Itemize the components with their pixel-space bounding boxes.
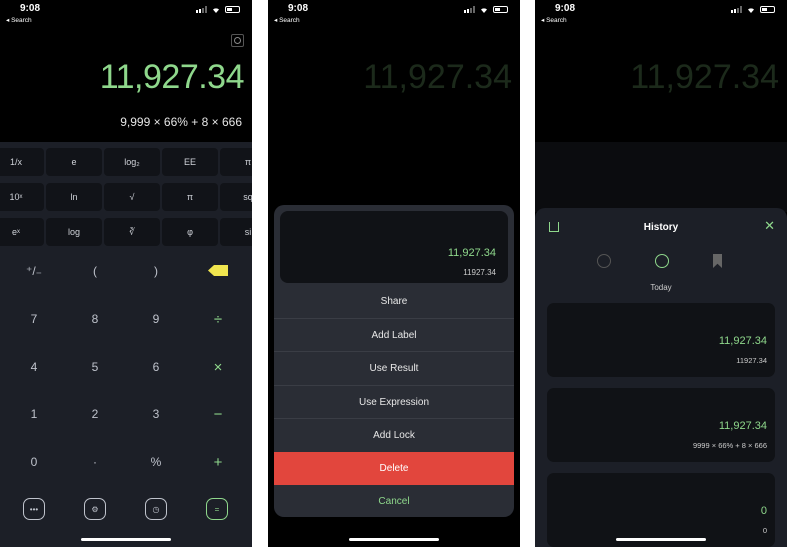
action-sheet-screen: 9:08 ◂ Search 11,927.34 11,927.34 11927.…	[268, 0, 520, 547]
signal-icon	[731, 6, 742, 13]
key-pi[interactable]: π	[162, 183, 218, 211]
delete-action[interactable]: Delete	[274, 452, 514, 485]
signal-icon	[196, 6, 207, 13]
entry-value: 0	[760, 505, 767, 517]
history-panel: History ✕ Today 11,927.34 11927.34 11,92…	[535, 208, 787, 547]
bookmark-filter-icon[interactable]	[713, 254, 722, 268]
entry-detail: 9999 × 66% + 8 × 666	[692, 441, 767, 450]
back-to-search-link[interactable]: ◂ Search	[6, 16, 32, 24]
status-time: 9:08	[20, 3, 41, 14]
key-log2[interactable]: log₂	[104, 148, 160, 176]
back-to-search-link[interactable]: ◂ Search	[274, 16, 300, 24]
result-preview-card: 11,927.34 11927.34	[280, 211, 508, 283]
entry-detail: 11927.34	[736, 356, 767, 365]
close-icon[interactable]: ✕	[764, 218, 775, 234]
key-reciprocal[interactable]: 1/x	[0, 148, 44, 176]
key-multiply[interactable]: ×	[198, 352, 238, 382]
result-display: 11,927.34	[99, 58, 245, 96]
key-percent[interactable]: %	[136, 447, 176, 477]
key-decimal[interactable]: ·	[75, 447, 115, 477]
recent-filter-icon[interactable]	[655, 254, 669, 268]
dimmed-keypad	[535, 142, 787, 212]
signal-icon	[464, 6, 475, 13]
key-2[interactable]: 2	[75, 399, 115, 429]
entry-detail: 0	[762, 526, 767, 535]
key-8[interactable]: 8	[75, 304, 115, 334]
equals-button[interactable]: =	[206, 498, 228, 520]
key-close-paren[interactable]: )	[136, 256, 176, 286]
key-0[interactable]: 0	[14, 447, 54, 477]
battery-icon	[760, 6, 775, 13]
battery-icon	[493, 6, 508, 13]
key-ten-power[interactable]: 10ˣ	[0, 183, 44, 211]
history-title: History	[643, 222, 679, 233]
key-square-partial[interactable]: sq	[220, 183, 252, 211]
key-5[interactable]: 5	[75, 352, 115, 382]
key-add[interactable]: +	[198, 447, 238, 477]
action-sheet: 11,927.34 11927.34 Share Add Label Use R…	[274, 205, 514, 517]
calculator-screen: 9:08 ◂ Search 11,927.34 9,999 × 66% + 8 …	[0, 0, 252, 547]
expression-display: 9,999 × 66% + 8 × 666	[120, 115, 242, 129]
more-icon[interactable]: •••	[23, 498, 45, 520]
history-screen: 9:08 ◂ Search 11,927.34 History ✕ Today …	[535, 0, 787, 547]
status-icons	[731, 6, 775, 13]
settings-icon[interactable]: ⚙	[84, 498, 106, 520]
history-entry[interactable]: 11,927.34 9999 × 66% + 8 × 666	[547, 388, 775, 462]
key-pi-partial[interactable]: π	[220, 148, 252, 176]
home-indicator	[616, 538, 706, 541]
key-7[interactable]: 7	[14, 304, 54, 334]
history-icon[interactable]: ◷	[145, 498, 167, 520]
history-entry[interactable]: 11,927.34 11927.34	[547, 303, 775, 377]
section-header: Today	[650, 283, 672, 292]
key-phi[interactable]: φ	[162, 218, 218, 246]
key-sqrt[interactable]: √	[104, 183, 160, 211]
key-sign[interactable]: ⁺/₋	[14, 256, 54, 286]
preview-value: 11,927.34	[447, 247, 496, 259]
key-9[interactable]: 9	[136, 304, 176, 334]
history-entry[interactable]: 0 0	[547, 473, 775, 547]
battery-icon	[225, 6, 240, 13]
wifi-icon	[481, 8, 487, 13]
dimmed-result: 11,927.34	[630, 58, 779, 96]
key-e-power[interactable]: eˣ	[0, 218, 44, 246]
add-label-action[interactable]: Add Label	[274, 318, 514, 351]
key-subtract[interactable]: −	[198, 399, 238, 429]
key-3[interactable]: 3	[136, 399, 176, 429]
home-indicator	[349, 538, 439, 541]
dimmed-result: 11,927.34	[363, 58, 512, 96]
preview-raw-value: 11927.34	[463, 268, 496, 277]
status-time: 9:08	[555, 3, 576, 14]
use-expression-action[interactable]: Use Expression	[274, 385, 514, 418]
key-divide[interactable]: ÷	[198, 304, 238, 334]
key-ln[interactable]: ln	[46, 183, 102, 211]
home-indicator	[81, 538, 171, 541]
key-6[interactable]: 6	[136, 352, 176, 382]
key-sin-partial[interactable]: si	[220, 218, 252, 246]
wifi-icon	[748, 8, 754, 13]
key-cube-root[interactable]: ∛	[104, 218, 160, 246]
share-action[interactable]: Share	[274, 285, 514, 318]
key-open-paren[interactable]: (	[75, 256, 115, 286]
key-4[interactable]: 4	[14, 352, 54, 382]
all-filter-icon[interactable]	[597, 254, 611, 268]
key-log[interactable]: log	[46, 218, 102, 246]
theme-toggle-button[interactable]	[231, 34, 244, 47]
entry-value: 11,927.34	[718, 420, 767, 432]
key-e[interactable]: e	[46, 148, 102, 176]
status-icons	[464, 6, 508, 13]
key-ee[interactable]: EE	[162, 148, 218, 176]
key-1[interactable]: 1	[14, 399, 54, 429]
status-time: 9:08	[288, 3, 309, 14]
wifi-icon	[213, 8, 219, 13]
status-icons	[196, 6, 240, 13]
cancel-action[interactable]: Cancel	[274, 485, 514, 517]
back-to-search-link[interactable]: ◂ Search	[541, 16, 567, 24]
add-lock-action[interactable]: Add Lock	[274, 418, 514, 451]
use-result-action[interactable]: Use Result	[274, 351, 514, 384]
entry-value: 11,927.34	[718, 335, 767, 347]
